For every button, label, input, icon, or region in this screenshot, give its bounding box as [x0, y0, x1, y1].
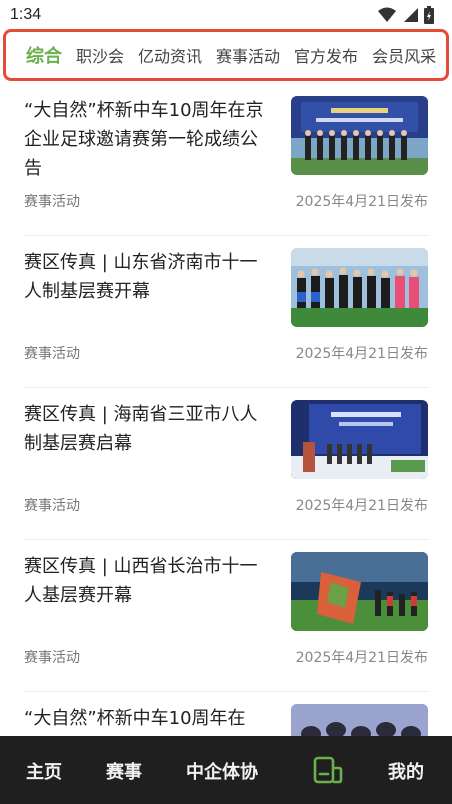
news-title: 赛区传真 | 山西省长治市十一人基层赛开幕 — [24, 556, 258, 606]
news-title: “大自然”杯新中车10周年在 — [24, 708, 246, 729]
news-list: “大自然”杯新中车10周年在京企业足球邀请赛第一轮成绩公告 赛事活动 2025年… — [0, 84, 452, 804]
news-category: 赛事活动 — [24, 194, 80, 210]
news-date: 2025年4月21日发布 — [295, 498, 428, 514]
news-title: 赛区传真 | 海南省三亚市八人制基层赛启幕 — [24, 404, 258, 454]
battery-icon — [424, 6, 434, 24]
nav-events[interactable]: 赛事 — [106, 758, 142, 784]
bottom-nav: 主页 赛事 中企体协 我的 — [0, 736, 452, 804]
status-bar: 1:34 — [0, 0, 452, 32]
news-item[interactable]: 赛区传真 | 山西省长治市十一人基层赛开幕 赛事活动 2025年4月21日发布 — [24, 540, 428, 692]
tab-comprehensive[interactable]: 综合 — [26, 42, 62, 68]
news-item[interactable]: 赛区传真 | 海南省三亚市八人制基层赛启幕 赛事活动 2025年4月21日发布 — [24, 388, 428, 540]
nav-mine[interactable]: 我的 — [388, 758, 424, 784]
signal-icon — [404, 8, 418, 22]
news-item[interactable]: 赛区传真 | 山东省济南市十一人制基层赛开幕 赛事活动 2025年4月21日发布 — [24, 236, 428, 388]
tab-yidong-news[interactable]: 亿动资讯 — [138, 43, 202, 67]
news-thumbnail — [291, 400, 428, 479]
news-icon[interactable] — [313, 756, 343, 790]
status-icons — [378, 6, 434, 24]
news-category: 赛事活动 — [24, 346, 80, 362]
news-thumbnail — [291, 96, 428, 175]
nav-home[interactable]: 主页 — [26, 758, 62, 784]
category-tab-bar: 综合 职沙会 亿动资讯 赛事活动 官方发布 会员风采 — [3, 29, 449, 81]
tab-zhishahui[interactable]: 职沙会 — [76, 43, 124, 67]
news-date: 2025年4月21日发布 — [295, 194, 428, 210]
news-item[interactable]: “大自然”杯新中车10周年在京企业足球邀请赛第一轮成绩公告 赛事活动 2025年… — [24, 84, 428, 236]
news-title: 赛区传真 | 山东省济南市十一人制基层赛开幕 — [24, 252, 258, 302]
tab-official[interactable]: 官方发布 — [294, 43, 358, 67]
tab-events[interactable]: 赛事活动 — [216, 43, 280, 67]
news-date: 2025年4月21日发布 — [295, 346, 428, 362]
news-thumbnail — [291, 552, 428, 631]
news-category: 赛事活动 — [24, 650, 80, 666]
news-date: 2025年4月21日发布 — [295, 650, 428, 666]
wifi-icon — [378, 7, 396, 22]
status-time: 1:34 — [10, 6, 42, 23]
news-thumbnail — [291, 248, 428, 327]
nav-association[interactable]: 中企体协 — [186, 758, 258, 784]
news-category: 赛事活动 — [24, 498, 80, 514]
news-title: “大自然”杯新中车10周年在京企业足球邀请赛第一轮成绩公告 — [24, 100, 264, 179]
tab-member-style[interactable]: 会员风采 — [372, 43, 436, 67]
